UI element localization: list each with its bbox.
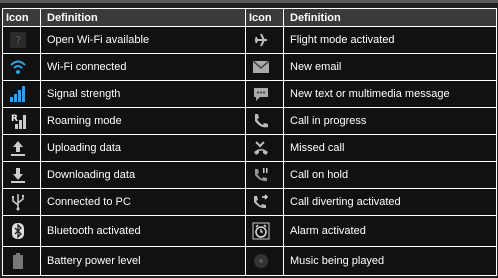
header-definition-left: Definition (40, 8, 246, 27)
download-icon (9, 166, 27, 184)
svg-text:R: R (11, 114, 18, 124)
table-row: Uploading data Missed call (2, 134, 497, 162)
definition-cell: Connected to PC (40, 188, 246, 216)
definition-cell: Missed call (283, 134, 497, 162)
definition-cell: Music being played (283, 246, 497, 276)
svg-text:?: ? (15, 34, 21, 48)
music-icon (252, 252, 270, 270)
definition-cell: Open Wi-Fi available (40, 26, 246, 54)
definition-cell: Call diverting activated (283, 188, 497, 216)
wifi-connected-icon (9, 58, 27, 76)
table-row: ? Open Wi-Fi available Flight mode activ… (2, 26, 497, 54)
upload-icon (9, 139, 27, 157)
definition-cell: Downloading data (40, 161, 246, 189)
flight-mode-icon (252, 31, 270, 49)
table-row: Battery power level Music being played (2, 246, 497, 276)
bluetooth-icon (9, 222, 27, 240)
roaming-icon: R (9, 112, 27, 130)
call-divert-icon (252, 193, 270, 211)
call-in-progress-icon (252, 112, 270, 130)
open-wifi-icon: ? (9, 31, 27, 49)
page: Icon Definition Icon Definition ? Open W… (0, 0, 498, 278)
definition-cell: Signal strength (40, 80, 246, 108)
definition-cell: Call in progress (283, 107, 497, 135)
table-row: Downloading data Call on hold (2, 161, 497, 189)
message-icon (252, 85, 270, 103)
definition-cell: Flight mode activated (283, 26, 497, 54)
definition-cell: New text or multimedia message (283, 80, 497, 108)
definition-cell: Roaming mode (40, 107, 246, 135)
status-icons-table: Icon Definition Icon Definition ? Open W… (2, 8, 497, 276)
table-header-row: Icon Definition Icon Definition (2, 8, 497, 27)
table-row: Wi-Fi connected New email (2, 53, 497, 81)
signal-strength-icon (9, 85, 27, 103)
battery-icon (9, 252, 27, 270)
definition-cell: Wi-Fi connected (40, 53, 246, 81)
missed-call-icon (252, 139, 270, 157)
table-row: Signal strength New text or multimedia m… (2, 80, 497, 108)
definition-cell: New email (283, 53, 497, 81)
header-icon-left: Icon (2, 8, 41, 27)
email-icon (252, 58, 270, 76)
header-definition-right: Definition (283, 8, 497, 27)
usb-icon (9, 193, 27, 211)
table-row: R Roaming mode Call in progress (2, 107, 497, 135)
definition-cell: Call on hold (283, 161, 497, 189)
table-row: Connected to PC Call diverting activated (2, 188, 497, 216)
top-divider (0, 0, 498, 3)
call-on-hold-icon (252, 166, 270, 184)
definition-cell: Battery power level (40, 246, 246, 276)
table-row: Bluetooth activated Alarm activated (2, 215, 497, 247)
definition-cell: Alarm activated (283, 215, 497, 247)
definition-cell: Uploading data (40, 134, 246, 162)
definition-cell: Bluetooth activated (40, 215, 246, 247)
alarm-icon (252, 222, 270, 240)
header-icon-right: Icon (245, 8, 284, 27)
